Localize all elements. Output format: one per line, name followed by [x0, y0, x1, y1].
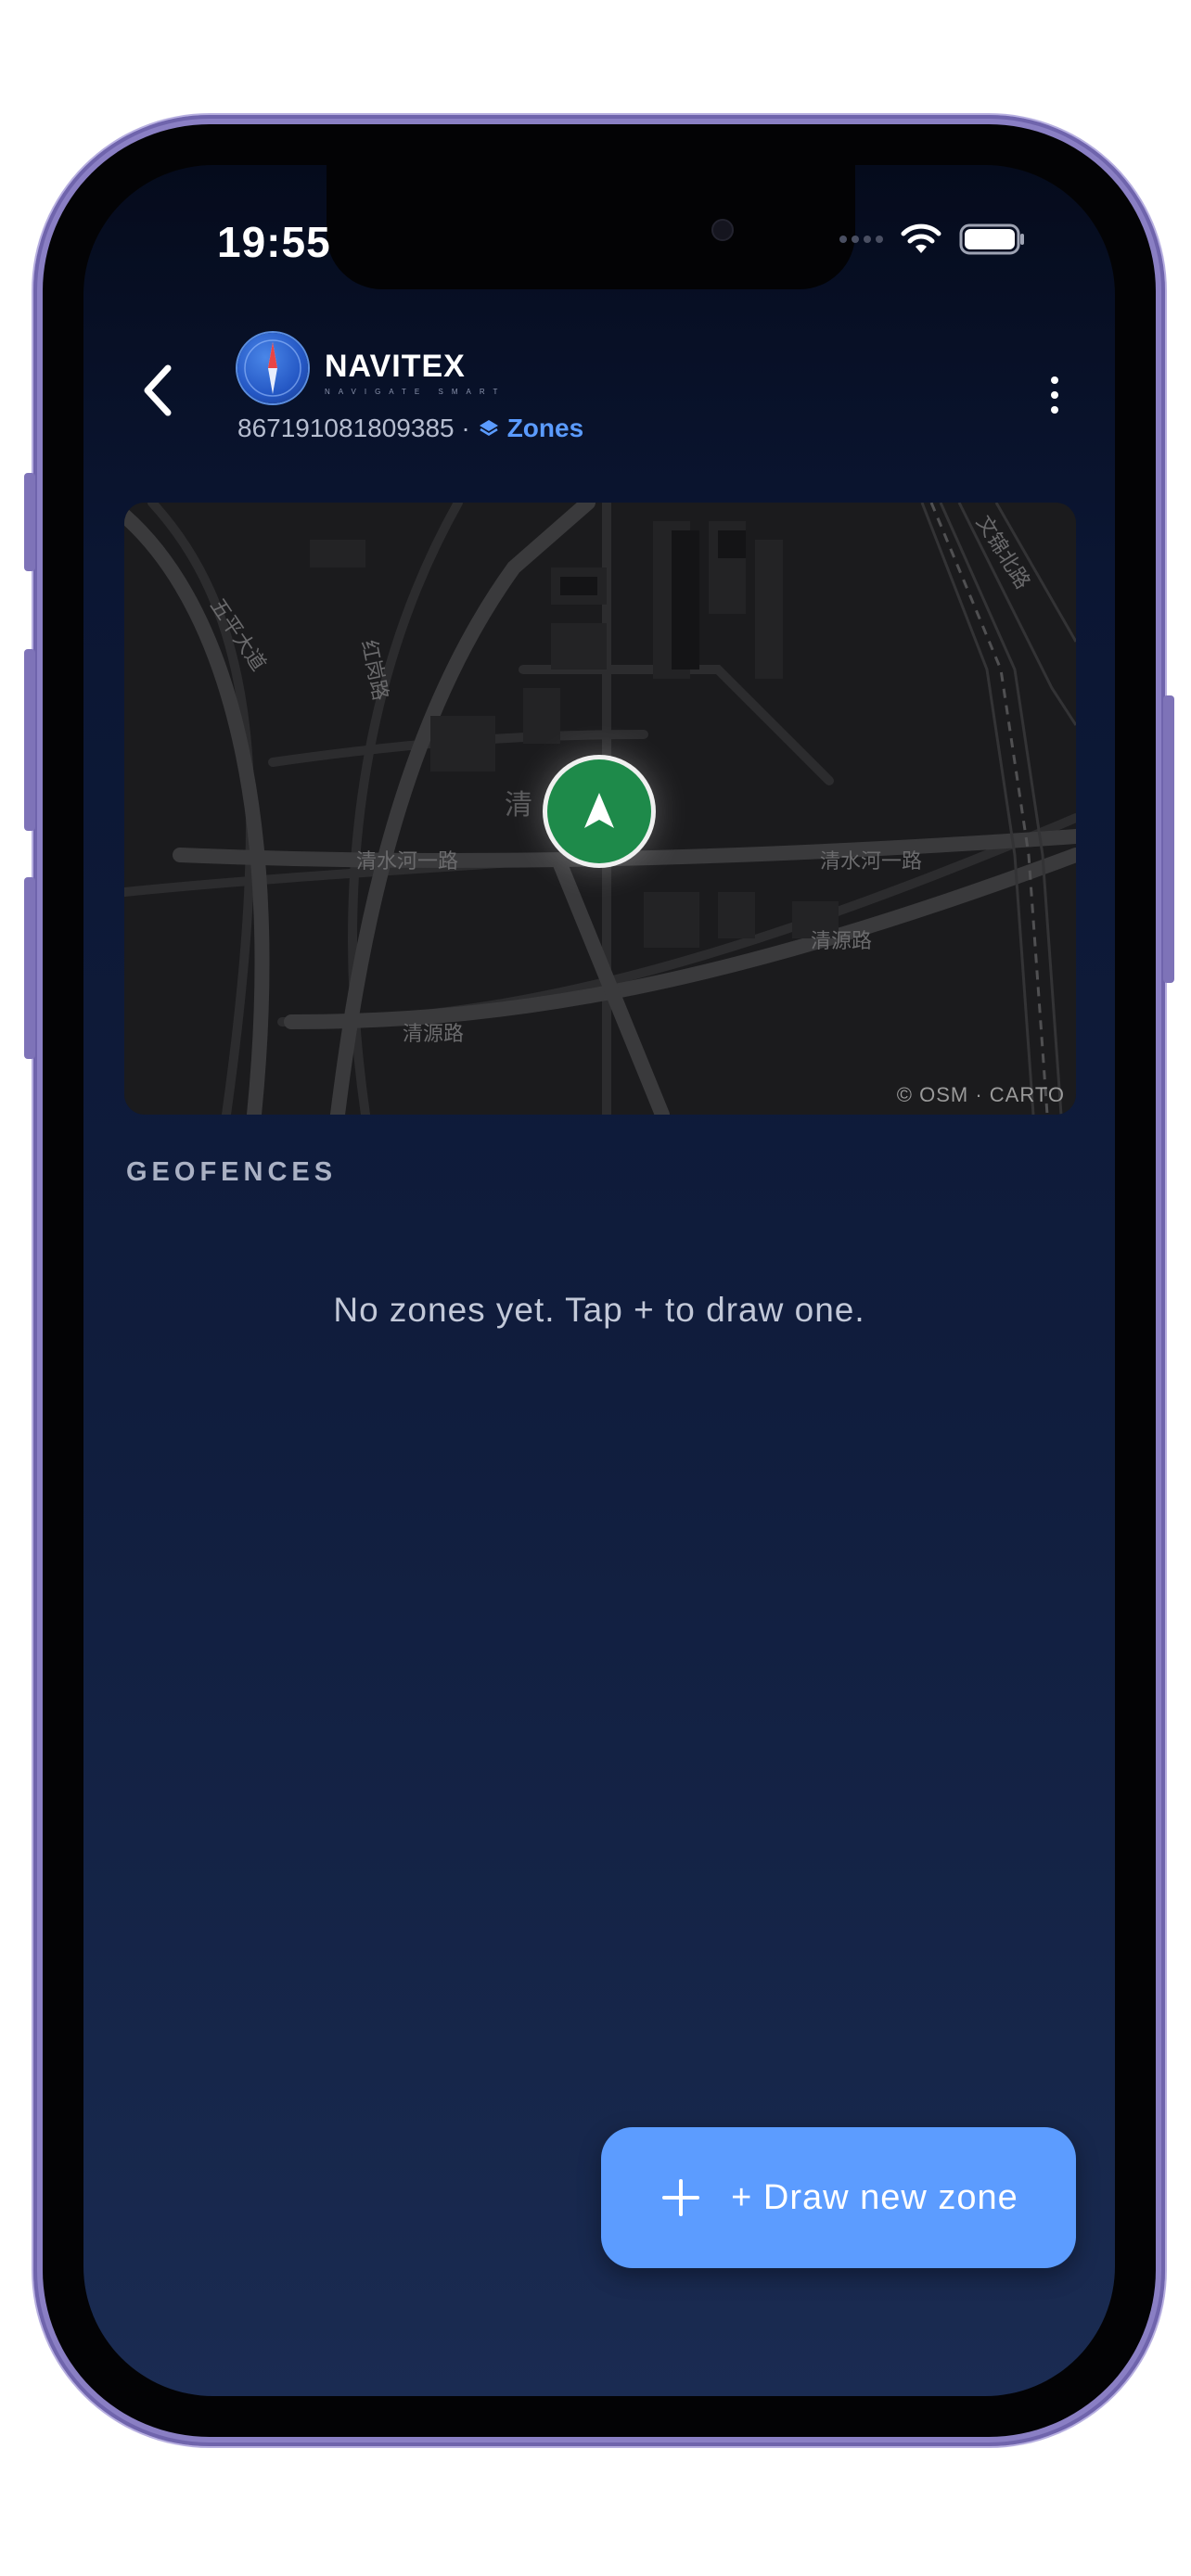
back-button[interactable]	[130, 358, 186, 423]
status-icons	[839, 221, 1026, 258]
compass-icon	[244, 339, 301, 397]
device-id: 867191081809385 ·	[237, 414, 470, 442]
draw-new-zone-label: + Draw new zone	[731, 2177, 1018, 2217]
geofences-heading: GEOFENCES	[126, 1157, 338, 1187]
front-camera	[711, 219, 734, 241]
chevron-left-icon	[144, 364, 172, 416]
street-label-qingshuihe-2: 清水河一路	[820, 850, 922, 874]
more-vertical-icon	[1051, 376, 1058, 384]
device-line: 867191081809385 · Zones	[237, 414, 583, 443]
navigation-arrow-icon	[584, 793, 614, 828]
zone-map[interactable]: 清水河一路 清水河一路 清源路 清源路 红岗路 五平大道 文锦北路 清 © OS…	[124, 503, 1076, 1115]
silent-switch	[24, 473, 35, 571]
plus-icon	[659, 2175, 703, 2220]
zones-link[interactable]: Zones	[478, 414, 583, 443]
status-time: 19:55	[217, 218, 331, 266]
layers-icon	[479, 420, 498, 436]
zones-label: Zones	[506, 414, 584, 442]
volume-up-button	[24, 649, 35, 831]
app-screen: 19:55 NAVITEX NAVIGATE SMART 86719108180…	[83, 165, 1115, 2396]
vehicle-location-marker[interactable]	[547, 759, 651, 863]
street-label-qingyuan-2: 清源路	[811, 930, 872, 953]
area-label: 清	[505, 789, 532, 822]
brand-name: NAVITEX	[325, 349, 466, 384]
more-options-button[interactable]	[1041, 363, 1069, 427]
street-label-qingshuihe-1: 清水河一路	[356, 850, 458, 874]
notch	[327, 165, 855, 289]
power-button	[1163, 695, 1174, 983]
brand-logo	[237, 333, 308, 403]
battery-icon	[959, 223, 1024, 255]
draw-new-zone-button[interactable]: + Draw new zone	[601, 2127, 1076, 2268]
map-attribution: © OSM · CARTO	[896, 1083, 1065, 1106]
volume-down-button	[24, 877, 35, 1059]
empty-zones-message: No zones yet. Tap + to draw one.	[333, 1291, 865, 1329]
wifi-icon	[901, 223, 941, 253]
brand-tagline: NAVIGATE SMART	[325, 388, 506, 396]
signal-dots	[839, 236, 883, 243]
street-label-qingyuan-1: 清源路	[403, 1023, 464, 1046]
